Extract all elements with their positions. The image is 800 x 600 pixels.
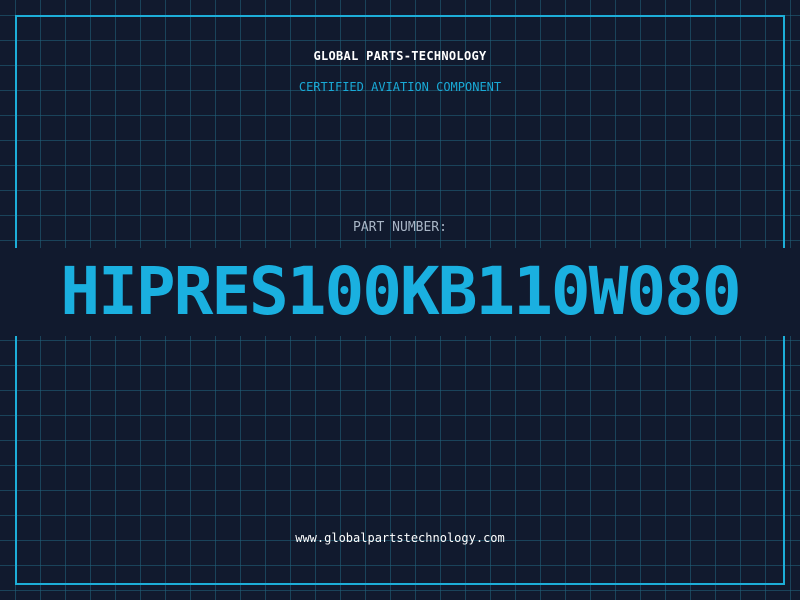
certification-tagline: CERTIFIED AVIATION COMPONENT [298,80,502,94]
website-url: www.globalpartstechnology.com [295,531,505,545]
part-number-value: HIPRES100KB110W080 [60,253,741,330]
company-name: GLOBAL PARTS-TECHNOLOGY [313,49,487,63]
part-number-label: PART NUMBER: [353,220,447,235]
part-label-card: GLOBAL PARTS-TECHNOLOGY CERTIFIED AVIATI… [0,0,800,600]
